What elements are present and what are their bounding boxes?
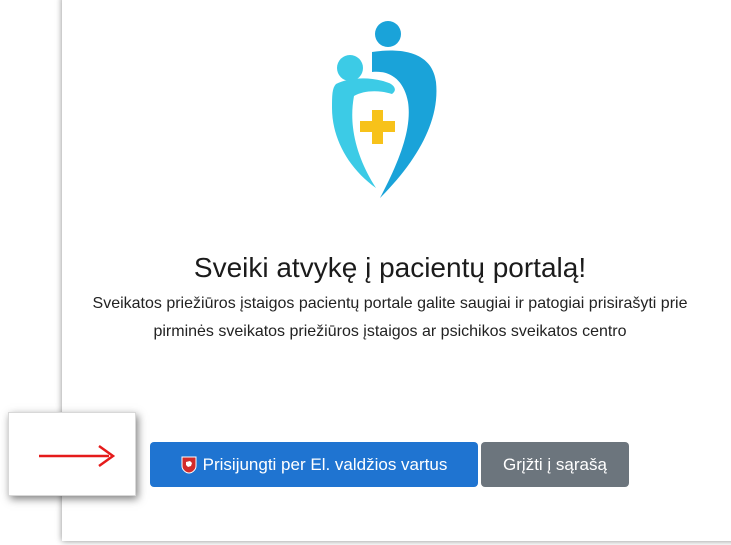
login-evaldzia-button[interactable]: Prisijungti per El. valdžios vartus — [150, 442, 478, 487]
back-button-label: Grįžti į sąrašą — [503, 454, 607, 474]
login-button-label: Prisijungti per El. valdžios vartus — [202, 454, 448, 474]
patient-care-shield-icon — [332, 21, 437, 198]
red-arrow-right-icon — [39, 444, 116, 468]
welcome-title: Sveiki atvykę į pacientų portalą! — [193, 252, 587, 283]
back-to-list-button[interactable]: Grįžti į sąrašą — [481, 442, 629, 487]
page: Sveiki atvykę į pacientų portalą! Sveika… — [0, 0, 731, 545]
lithuania-coat-of-arms-icon — [181, 456, 197, 474]
annotation-callout — [8, 412, 136, 496]
welcome-description: Sveikatos priežiūros įstaigos pacientų p… — [92, 295, 688, 340]
